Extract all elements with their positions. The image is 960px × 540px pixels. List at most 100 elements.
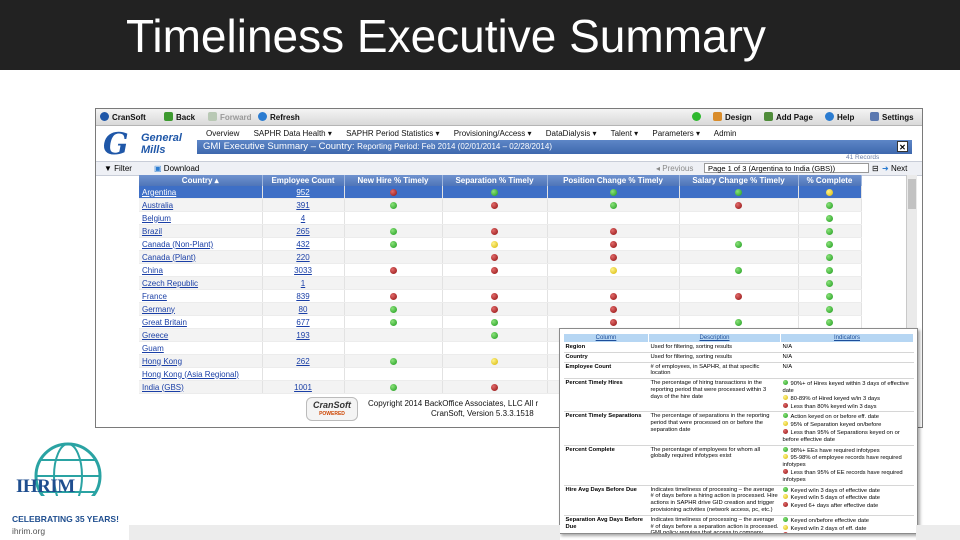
- filter-button[interactable]: ▼ Filter: [104, 164, 132, 173]
- back-button[interactable]: Back: [164, 112, 195, 122]
- add-page-button[interactable]: Add Page: [764, 112, 813, 122]
- table-row[interactable]: China 3033: [139, 263, 862, 277]
- employee-count-link[interactable]: 677: [296, 318, 309, 327]
- table-row[interactable]: Argentina 952: [139, 186, 862, 199]
- forward-button[interactable]: Forward: [208, 112, 252, 122]
- table-row[interactable]: Great Britain 677: [139, 315, 862, 329]
- country-link[interactable]: Hong Kong: [142, 357, 182, 366]
- menu-provisioning-access[interactable]: Provisioning/Access ▾: [454, 129, 532, 138]
- employee-count-link[interactable]: 220: [296, 253, 309, 262]
- country-link[interactable]: Australia: [142, 201, 173, 210]
- comp-indicator-cell: [798, 198, 862, 212]
- table-row[interactable]: Canada (Plant) 220: [139, 250, 862, 264]
- help-button[interactable]: Help: [825, 112, 854, 122]
- employee-count-link[interactable]: 193: [296, 331, 309, 340]
- settings-button[interactable]: Settings: [870, 112, 914, 122]
- menu-saphr-period-statistics[interactable]: SAPHR Period Statistics ▾: [346, 129, 439, 138]
- employee-count-link[interactable]: 432: [296, 240, 309, 249]
- table-row[interactable]: Australia 391: [139, 198, 862, 212]
- ihrim-logo: IHRIM CELEBRATING 35 YEARS! ihrim.org: [10, 436, 125, 536]
- country-link[interactable]: Brazil: [142, 227, 162, 236]
- employee-count-link[interactable]: 262: [296, 357, 309, 366]
- col-percent-complete[interactable]: % Complete: [798, 175, 862, 186]
- sep-indicator-cell: [442, 198, 548, 212]
- col-salary-change-timely[interactable]: Salary Change % Timely: [679, 175, 799, 186]
- country-link[interactable]: Germany: [142, 305, 175, 314]
- red-status-icon: [491, 266, 498, 274]
- country-cell: Brazil: [139, 224, 263, 238]
- ihrim-url[interactable]: ihrim.org: [12, 526, 45, 536]
- close-icon[interactable]: ✕: [897, 141, 908, 152]
- country-link[interactable]: Great Britain: [142, 318, 187, 327]
- employee-count-link[interactable]: 952: [296, 188, 309, 197]
- legend-column-name: Hire Avg Days Before Due: [563, 485, 649, 516]
- country-link[interactable]: Hong Kong (Asia Regional): [142, 370, 239, 379]
- menu-parameters[interactable]: Parameters ▾: [652, 129, 700, 138]
- refresh-button[interactable]: Refresh: [258, 112, 300, 122]
- country-link[interactable]: Czech Republic: [142, 279, 198, 288]
- employee-count-link[interactable]: 391: [296, 201, 309, 210]
- next-button[interactable]: ➜ Next: [882, 164, 907, 173]
- employee-count-link[interactable]: 1001: [294, 383, 312, 392]
- employee-count-link[interactable]: 265: [296, 227, 309, 236]
- menu-admin[interactable]: Admin: [714, 129, 737, 138]
- menu-talent[interactable]: Talent ▾: [611, 129, 639, 138]
- reporting-period: Reporting Period: Feb 2014 (02/01/2014 –…: [357, 142, 552, 151]
- country-link[interactable]: Canada (Non-Plant): [142, 240, 213, 249]
- menu-datadialysis[interactable]: DataDialysis ▾: [546, 129, 597, 138]
- country-link[interactable]: Belgium: [142, 214, 171, 223]
- sal-indicator-cell: [679, 263, 799, 277]
- country-link[interactable]: Canada (Plant): [142, 253, 196, 262]
- download-button[interactable]: ▣ Download: [154, 164, 199, 173]
- col-position-change-timely[interactable]: Position Change % Timely: [547, 175, 680, 186]
- employee-count-link[interactable]: 839: [296, 292, 309, 301]
- employee-count-link[interactable]: 80: [299, 305, 308, 314]
- col-separation-timely[interactable]: Separation % Timely: [442, 175, 548, 186]
- legend-row: Separation Avg Days Before Due Indicates …: [563, 515, 914, 533]
- legend-indicators: N/A: [780, 342, 914, 353]
- panel-title: GMI Executive Summary – Country:: [203, 141, 355, 152]
- table-row[interactable]: Czech Republic 1: [139, 276, 862, 290]
- col-employee-count[interactable]: Employee Count: [262, 175, 345, 186]
- menu-overview[interactable]: Overview: [206, 129, 239, 138]
- employee-count-cell: 1: [262, 276, 345, 290]
- legend-indicator-item: 95% of Separation keyed on/before: [782, 421, 912, 429]
- menu-saphr-data-health[interactable]: SAPHR Data Health ▾: [254, 129, 332, 138]
- col-new-hire-timely[interactable]: New Hire % Timely: [344, 175, 443, 186]
- green-status-icon: [735, 240, 742, 248]
- scrollbar-thumb[interactable]: [908, 179, 916, 209]
- country-link[interactable]: Guam: [142, 344, 164, 353]
- cransoft-home-button[interactable]: CranSoft: [100, 112, 146, 122]
- design-button[interactable]: Design: [713, 112, 752, 122]
- country-link[interactable]: China: [142, 266, 163, 275]
- table-row[interactable]: Belgium 4: [139, 211, 862, 225]
- country-cell: France: [139, 289, 263, 303]
- page-go-icon[interactable]: ⊟: [872, 164, 879, 173]
- yellow-status-icon: [491, 240, 498, 248]
- country-link[interactable]: France: [142, 292, 167, 301]
- table-row[interactable]: France 839: [139, 289, 862, 303]
- employee-count-link[interactable]: 3033: [294, 266, 312, 275]
- page-select[interactable]: Page 1 of 3 (Argentina to India (GBS)): [704, 163, 869, 173]
- employee-count-link[interactable]: 4: [301, 214, 305, 223]
- comp-indicator-cell: [798, 211, 862, 225]
- red-status-icon: [782, 532, 788, 533]
- green-status-icon: [782, 413, 788, 419]
- employee-count-link[interactable]: 1: [301, 279, 305, 288]
- col-country[interactable]: Country ▴: [139, 175, 263, 186]
- table-row[interactable]: Canada (Non-Plant) 432: [139, 237, 862, 251]
- table-row[interactable]: Germany 80: [139, 302, 862, 316]
- country-link[interactable]: Argentina: [142, 188, 176, 197]
- green-status-icon: [735, 266, 742, 274]
- legend-column-name: Percent Timely Separations: [563, 411, 649, 446]
- country-link[interactable]: India (GBS): [142, 383, 184, 392]
- legend-indicator-text: Keyed w/in 5 days of effective date: [790, 495, 880, 502]
- previous-button[interactable]: ◂ Previous: [656, 164, 693, 173]
- table-row[interactable]: Brazil 265: [139, 224, 862, 238]
- red-status-icon: [609, 227, 617, 235]
- country-link[interactable]: Greece: [142, 331, 168, 340]
- general-mills-logo[interactable]: G General Mills: [96, 126, 196, 166]
- legend-description: # of employees, in SAPHR, at that specif…: [648, 362, 781, 380]
- country-cell: Australia: [139, 198, 263, 212]
- green-status-icon: [826, 318, 833, 326]
